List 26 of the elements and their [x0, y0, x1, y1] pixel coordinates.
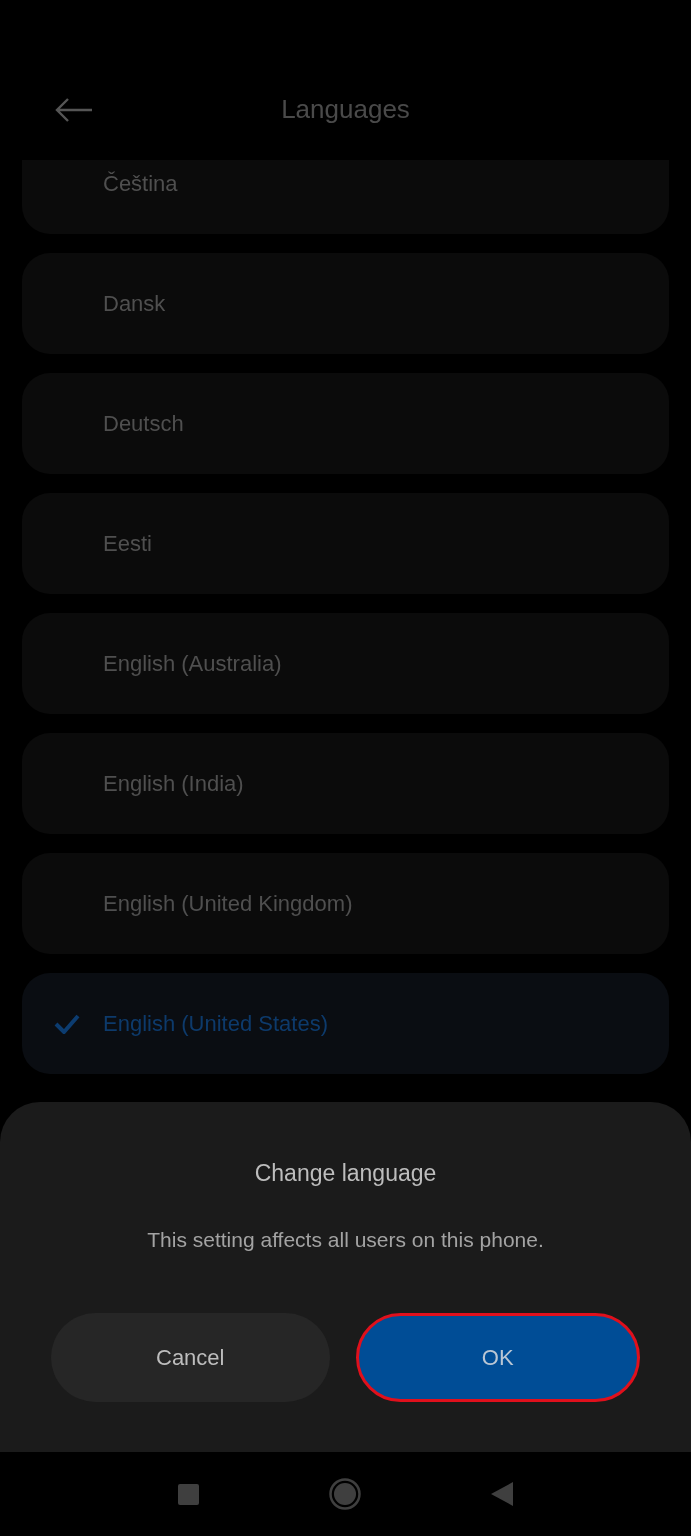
dialog-message: This setting affects all users on this phone. — [147, 1227, 544, 1253]
language-label: English (Australia) — [103, 649, 282, 678]
language-item[interactable]: English (United Kingdom) — [22, 853, 669, 954]
language-item[interactable]: Dansk — [22, 253, 669, 354]
language-label: English (United Kingdom) — [103, 889, 353, 918]
language-label: English (India) — [103, 769, 244, 798]
back-arrow-icon — [55, 97, 93, 123]
recent-apps-icon[interactable] — [178, 1483, 199, 1505]
checkmark-icon — [54, 1013, 80, 1034]
ok-button[interactable]: OK — [355, 1313, 640, 1402]
home-icon[interactable] — [329, 1478, 361, 1510]
dialog-title: Change language — [254, 1159, 437, 1188]
language-label: Deutsch — [103, 409, 184, 438]
language-item[interactable]: Čeština — [22, 160, 669, 234]
language-item[interactable]: Eesti — [22, 493, 669, 594]
screen-title: Languages — [281, 93, 410, 126]
language-label: Eesti — [103, 529, 152, 558]
language-label: Dansk — [103, 289, 166, 318]
cancel-button[interactable]: Cancel — [51, 1313, 330, 1402]
back-triangle-icon[interactable] — [491, 1482, 513, 1506]
language-label: English (United States) — [103, 1009, 328, 1038]
language-item[interactable]: English (United States) — [22, 973, 669, 1074]
language-item[interactable]: English (Australia) — [22, 613, 669, 714]
language-label: Čeština — [103, 169, 178, 198]
language-item[interactable]: English (India) — [22, 733, 669, 834]
language-item[interactable]: Deutsch — [22, 373, 669, 474]
